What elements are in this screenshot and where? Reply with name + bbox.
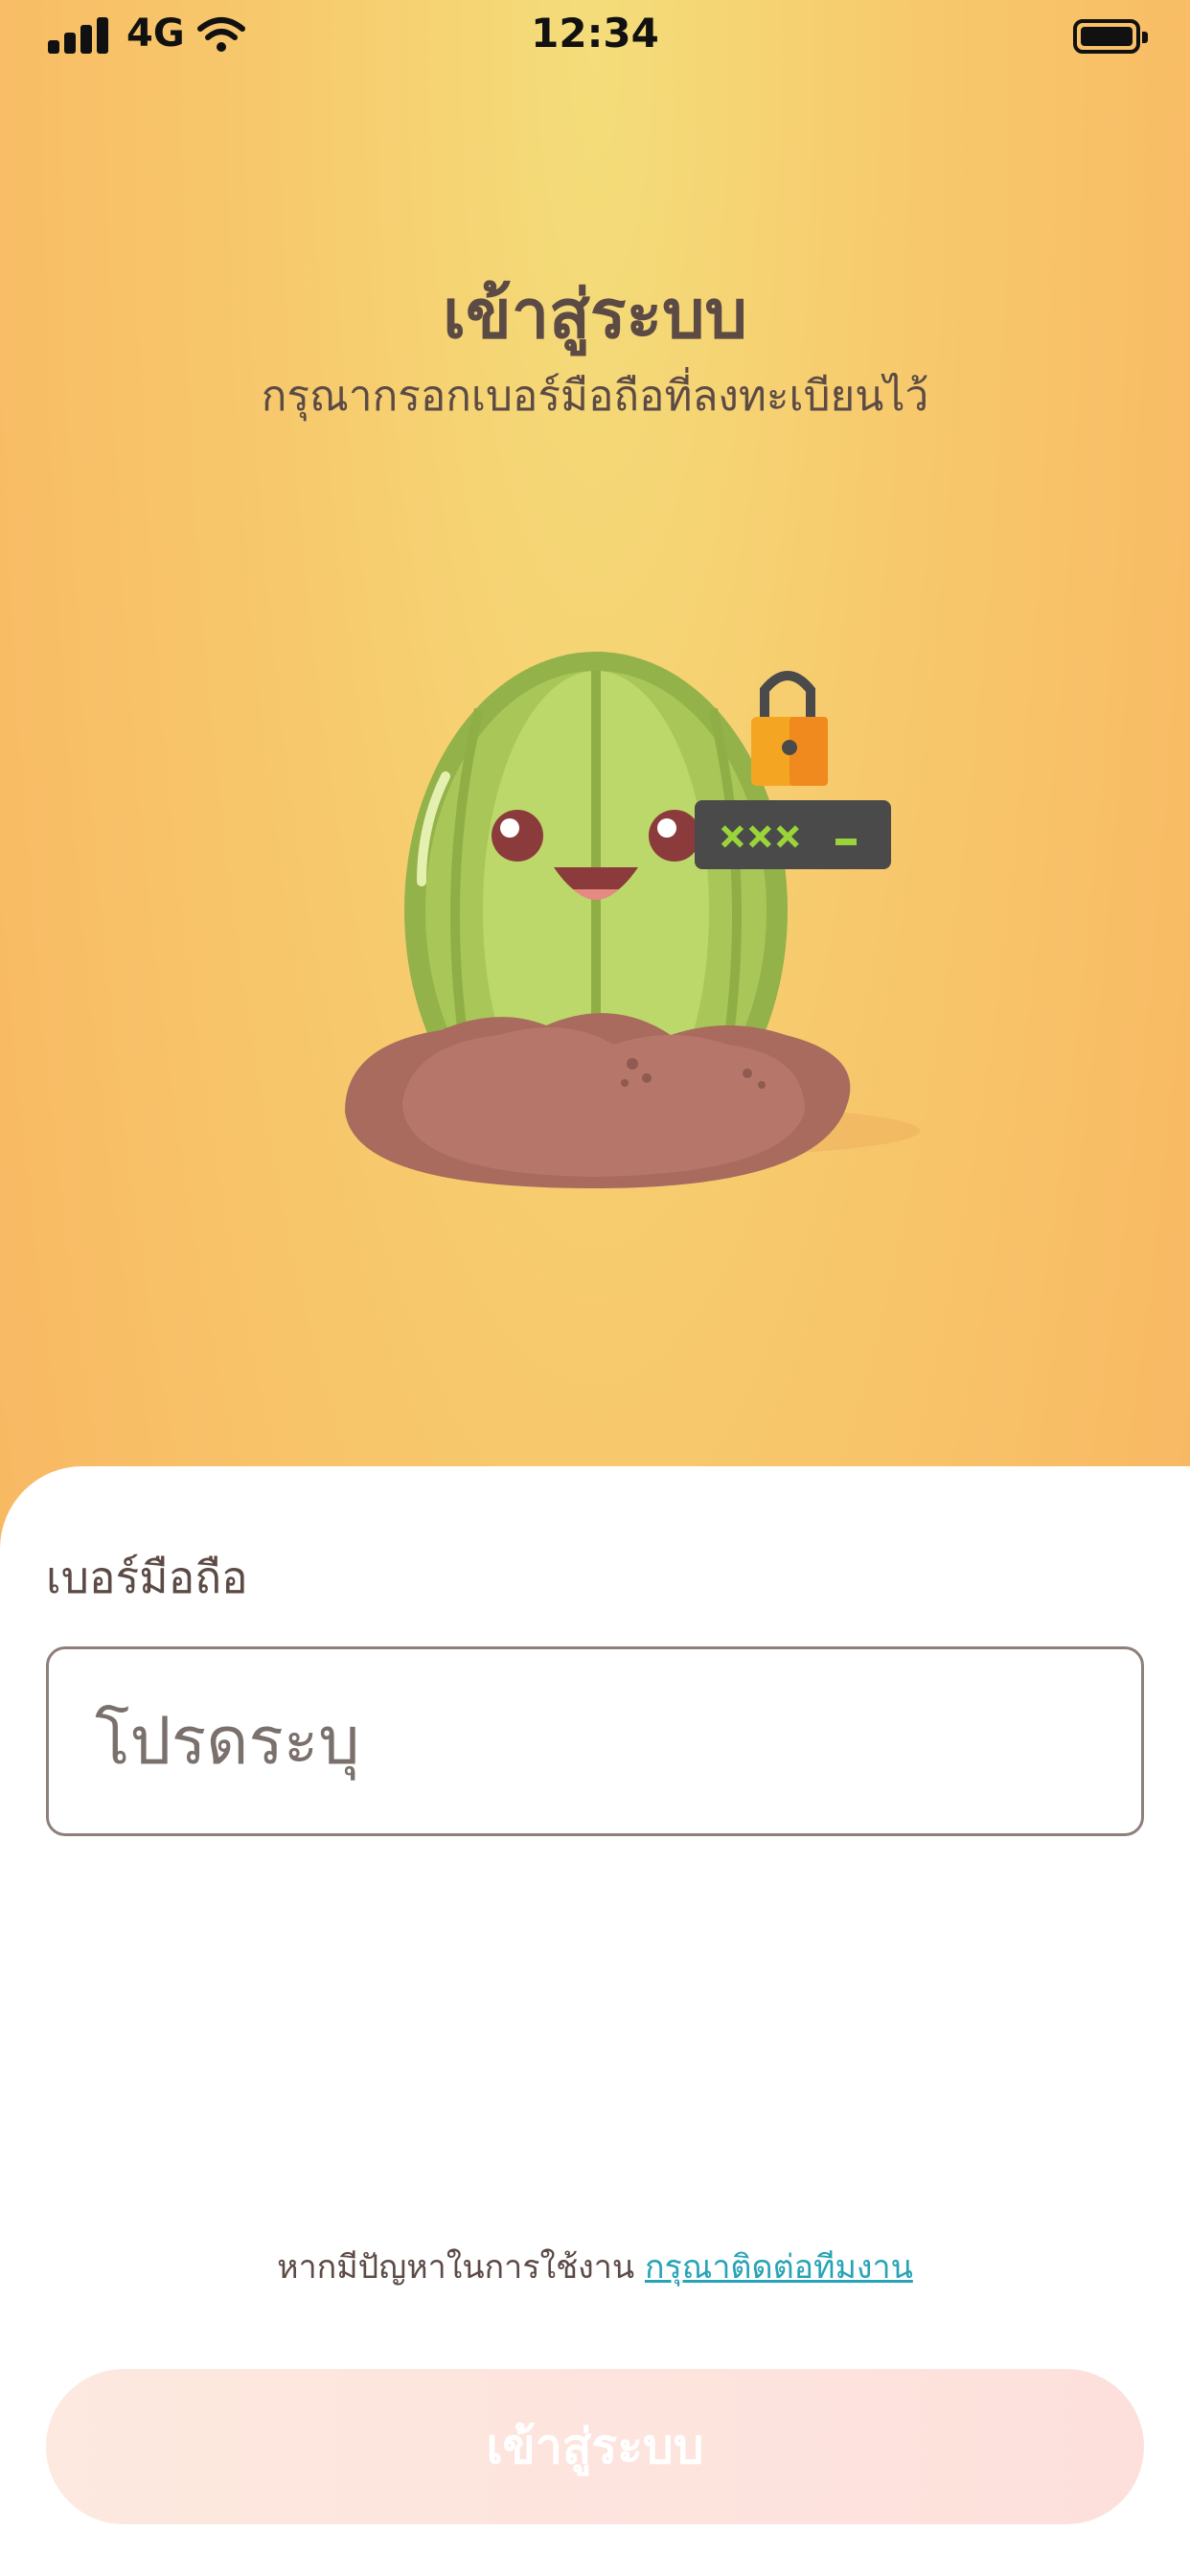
help-text: หากมีปัญหาในการใช้งาน กรุณาติดต่อทีมงาน bbox=[0, 2241, 1190, 2292]
battery-icon bbox=[1073, 19, 1148, 54]
status-bar: 4G 12:34 bbox=[0, 0, 1190, 77]
page-subtitle: กรุณากรอกเบอร์มือถือที่ลงทะเบียนไว้ bbox=[261, 372, 929, 421]
login-form-panel: เบอร์มือถือ หากมีปัญหาในการใช้งาน กรุณาต… bbox=[0, 1466, 1190, 2576]
status-time: 12:34 bbox=[531, 10, 659, 57]
svg-text:×××: ××× bbox=[719, 809, 802, 862]
page-title: เข้าสู่ระบบ bbox=[443, 275, 747, 354]
contact-team-link[interactable]: กรุณาติดต่อทีมงาน bbox=[645, 2248, 913, 2287]
login-screen: 4G 12:34 เข้าสู่ระบบ กรุณากรอกเบอร์มือถื… bbox=[0, 0, 1190, 2576]
help-message: หากมีปัญหาในการใช้งาน bbox=[277, 2248, 635, 2287]
phone-input[interactable] bbox=[46, 1646, 1144, 1836]
login-button[interactable]: เข้าสู่ระบบ bbox=[46, 2369, 1144, 2524]
phone-field-label: เบอร์มือถือ bbox=[46, 1552, 248, 1603]
melon-mascot-illustration: ××× bbox=[345, 652, 920, 1188]
